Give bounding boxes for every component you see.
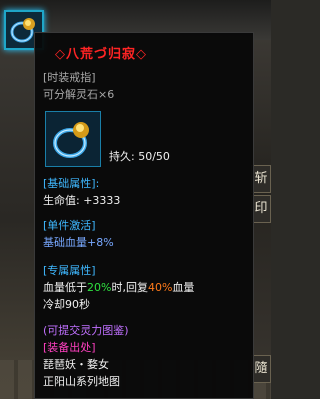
base-attr-value: 生命值: +3333 <box>43 194 121 207</box>
item-tooltip: ◇八荒づ归寂◇ [时装戒指] 可分解灵石×6 持久: 50/50 [基础属性]:… <box>34 32 254 399</box>
activation-value: 基础血量+8% <box>43 236 114 249</box>
special-text-c: 时,回复 <box>111 281 148 294</box>
base-attr-header: [基础属性]: <box>43 177 100 190</box>
durability: 持久: 50/50 <box>109 150 170 163</box>
item-large-icon <box>45 111 101 167</box>
special-attr-line-1: 血量低于20%时,回复40%血量 <box>43 279 194 295</box>
side-button-3[interactable]: 隨 <box>251 355 271 383</box>
source-line-1: 琵琶妖・婺女 <box>43 358 109 371</box>
special-text-e: 血量 <box>172 281 195 294</box>
side-button-1[interactable]: 斩 <box>251 165 271 193</box>
ring-icon <box>53 122 89 158</box>
decompose-info: 可分解灵石×6 <box>43 88 115 101</box>
source-line-2: 正阳山系列地图 <box>43 375 120 388</box>
special-recover: 40% <box>147 281 173 294</box>
activation-header: [单件激活] <box>43 219 96 232</box>
special-threshold: 20% <box>87 281 112 294</box>
soul-submit-info: (可提交灵力图鉴) <box>43 324 129 337</box>
special-attr-header: [专属属性] <box>43 264 96 277</box>
item-title: ◇八荒づ归寂◇ <box>55 47 147 62</box>
side-button-2[interactable]: 印 <box>251 195 271 223</box>
special-text-a: 血量低于 <box>43 281 87 294</box>
special-attr-line-2: 冷却90秒 <box>43 298 90 311</box>
source-header: [装备出处] <box>43 341 96 354</box>
item-type: [时装戒指] <box>43 71 96 84</box>
